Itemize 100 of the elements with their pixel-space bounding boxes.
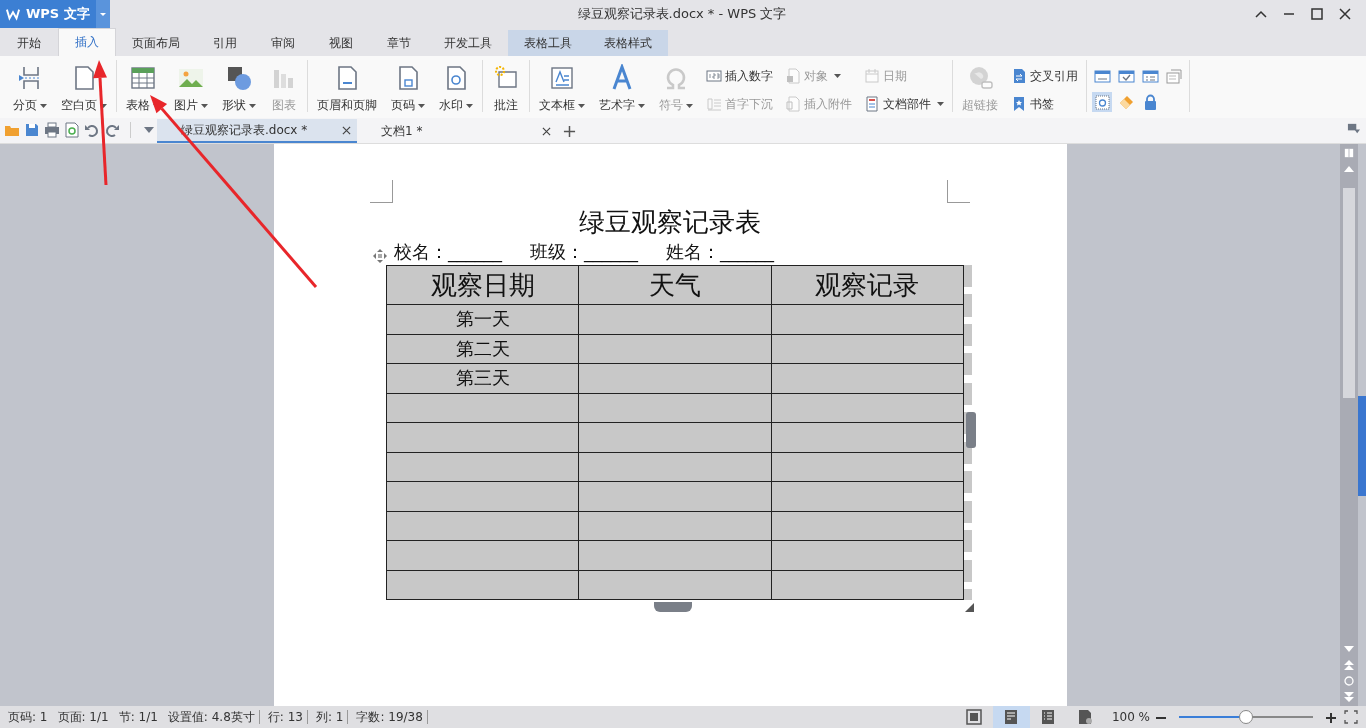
zoom-percentage: 100 %	[1111, 710, 1150, 724]
column-header: 观察记录	[771, 265, 964, 305]
caret-icon	[418, 103, 425, 108]
slider-thumb[interactable]	[1239, 710, 1253, 724]
drop-cap-icon	[706, 96, 722, 112]
redo-icon[interactable]	[104, 122, 120, 138]
app-menu-button[interactable]: WPS 文字	[0, 0, 110, 28]
caret-icon	[578, 103, 585, 108]
ribbon-button[interactable]: 插入数字	[703, 64, 776, 88]
table-cell: 第三天	[386, 363, 579, 393]
form-line-text: 校名：______	[394, 240, 502, 264]
save-icon[interactable]	[24, 122, 40, 138]
ribbon-tab[interactable]: 页面布局	[116, 30, 196, 56]
caret-icon	[937, 102, 944, 106]
outline-view-icon	[1040, 709, 1057, 725]
ribbon-tab[interactable]: 表格样式	[588, 30, 668, 56]
ribbon-button[interactable]: 页眉和页脚	[313, 64, 381, 114]
form-line-text: 姓名：______	[666, 240, 774, 264]
toolbar-button[interactable]	[1092, 92, 1112, 112]
ribbon-tab[interactable]: 引用	[196, 30, 254, 56]
ribbon-button[interactable]: 水印	[435, 64, 477, 114]
ribbon-tab[interactable]: 审阅	[254, 30, 312, 56]
document-parts-icon	[864, 96, 880, 112]
ribbon-button[interactable]: 文档部件	[861, 92, 947, 116]
ribbon-button[interactable]: 页码	[387, 64, 429, 114]
ribbon-button[interactable]: 艺术字	[595, 64, 649, 114]
print-preview-icon[interactable]	[64, 122, 80, 138]
next-page-icon[interactable]	[1344, 692, 1354, 702]
ribbon-button[interactable]: 空白页	[57, 64, 111, 114]
margin-mark	[947, 180, 970, 203]
close-icon[interactable]	[342, 125, 351, 135]
vertical-scrollbar[interactable]	[1340, 144, 1358, 706]
caret-icon	[100, 103, 107, 108]
caret-icon	[466, 103, 473, 108]
print-icon[interactable]	[44, 122, 60, 138]
select-browse-object-icon[interactable]	[1344, 676, 1354, 686]
maximize-icon[interactable]	[1310, 7, 1324, 21]
document-tab[interactable]: 文档1 *	[357, 119, 557, 143]
caret-icon	[40, 103, 47, 108]
ribbon-tab[interactable]: 开发工具	[428, 30, 508, 56]
form-properties-icon	[1165, 67, 1183, 85]
view-button[interactable]	[992, 706, 1030, 728]
ribbon-button[interactable]: 分页	[9, 64, 51, 114]
layout-icon[interactable]	[1347, 122, 1360, 135]
text-field-icon	[1093, 67, 1111, 85]
ribbon-tab[interactable]: 插入	[58, 28, 116, 56]
resize-handle-icon[interactable]	[965, 603, 974, 612]
previous-page-icon[interactable]	[1344, 660, 1354, 670]
scroll-down-icon[interactable]	[1344, 644, 1354, 654]
calendar-icon	[864, 68, 880, 84]
caret-icon	[99, 10, 107, 18]
table-cell: 第二天	[386, 334, 579, 364]
cross-reference-icon	[1011, 68, 1027, 84]
caret-icon	[834, 74, 841, 78]
close-icon[interactable]	[1338, 7, 1352, 21]
close-icon[interactable]	[542, 126, 551, 136]
caret-icon	[686, 103, 693, 108]
document-title: 绿豆观察记录表	[578, 206, 762, 239]
column-header: 天气	[578, 265, 772, 305]
undo-icon[interactable]	[84, 122, 100, 138]
caret-icon	[201, 103, 208, 108]
field-shading-icon	[1093, 93, 1111, 111]
web-view-icon	[1077, 709, 1094, 725]
object-icon	[785, 68, 801, 84]
ribbon-tab[interactable]: 开始	[0, 30, 58, 56]
status-text: 列: 1	[315, 708, 345, 726]
status-text: 设置值: 4.8英寸	[167, 708, 256, 726]
zoom-in-icon[interactable]	[1326, 712, 1336, 723]
ribbon-tab[interactable]: 章节	[370, 30, 428, 56]
ribbon-button[interactable]: 文本框	[535, 64, 589, 114]
ribbon-button[interactable]: 书签	[1008, 92, 1081, 116]
column-header: 观察日期	[386, 265, 579, 305]
new-tab-icon[interactable]	[562, 124, 576, 138]
text-box-icon	[548, 64, 576, 92]
ribbon-button[interactable]: 图片	[170, 64, 212, 114]
scroll-up-icon[interactable]	[1344, 164, 1354, 174]
list-box-icon	[1141, 67, 1159, 85]
add-row-handle[interactable]	[654, 602, 692, 612]
attachment-icon	[785, 96, 801, 112]
split-icon[interactable]	[1344, 148, 1354, 158]
fit-window-icon[interactable]	[1344, 710, 1358, 724]
table-icon	[129, 64, 157, 92]
margin-mark	[370, 180, 393, 203]
move-handle-icon[interactable]	[373, 249, 387, 263]
status-text: 节: 1/1	[118, 708, 159, 726]
status-text: 页码: 1	[8, 708, 49, 726]
caret-icon	[249, 103, 256, 108]
scrollbar-thumb[interactable]	[1343, 188, 1355, 398]
ribbon-button[interactable]: 形状	[218, 64, 260, 114]
number-icon	[706, 68, 722, 84]
add-column-handle[interactable]	[966, 412, 976, 448]
ribbon-tab[interactable]: 视图	[312, 30, 370, 56]
ribbon-button[interactable]: 批注	[488, 64, 524, 114]
status-text: 页面: 1/1	[57, 708, 110, 726]
full-screen-icon	[966, 709, 983, 725]
status-text: 字数: 19/38	[356, 708, 424, 726]
bookmark-icon	[1011, 96, 1027, 112]
caret-icon	[638, 103, 645, 108]
ribbon-tab[interactable]: 表格工具	[508, 30, 588, 56]
ribbon-button[interactable]: 交叉引用	[1008, 64, 1081, 88]
